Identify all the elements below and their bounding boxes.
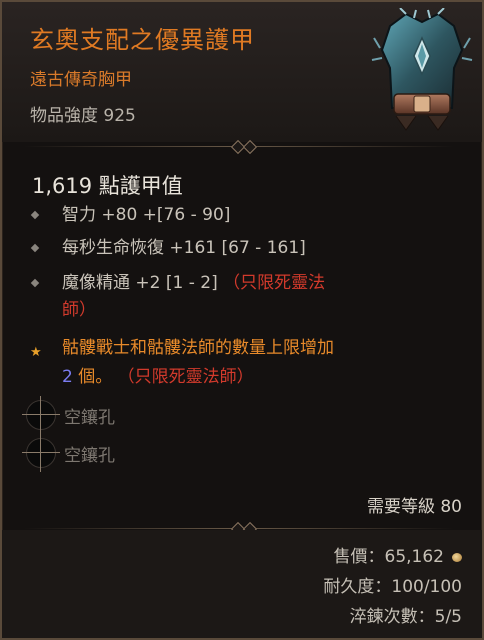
class-restriction: （只限死靈法 [223,273,326,293]
level-requirement: 需要等級 80 [366,497,462,517]
legendary-number: 2 [62,367,73,387]
durability: 耐久度：100/100 [323,577,462,597]
sell-price: 售價：65,162 [334,542,462,567]
header-divider [24,139,454,155]
armor-value: 1,619 點護甲值 [32,174,183,198]
chest-armor-icon [371,8,473,131]
affix-golem-mastery: 魔像精通 +2 [1 - 2] （只限死靈法 師） [30,270,452,326]
tooltip-header: 玄奧支配之優異護甲 遠古傳奇胸甲 物品強度 925 [2,2,482,142]
item-name: 玄奧支配之優異護甲 [30,26,255,54]
class-restriction: （只限死靈法師） [117,367,254,387]
affix-life-regen: 每秒生命恢復 +161 [67 - 161] [30,235,452,262]
legendary-star-icon: ★ [30,345,42,360]
affix-intelligence: 智力 +80 +[76 - 90] [30,202,452,229]
gold-coin-icon [452,552,462,562]
affix-bullet-icon [30,210,40,220]
affix-text: 魔像精通 +2 [1 - 2] [62,273,218,293]
masterwork-count: 淬鍊次數：5/5 [349,607,462,627]
item-tooltip: 玄奧支配之優異護甲 遠古傳奇胸甲 物品強度 925 1,619 點護甲值 智力 … [0,0,484,640]
legendary-power: ★ 骷髏戰士和骷髏法師的數量上限增加 2 個。 （只限死靈法師） [30,335,462,391]
affix-bullet-icon [30,243,40,253]
class-restriction-cont: 師） [62,300,96,320]
legendary-unit: 個。 [72,367,113,387]
affix-bullet-icon [30,278,40,288]
empty-socket-icon [22,434,60,472]
empty-socket-icon [22,396,60,434]
item-type: 遠古傳奇胸甲 [30,70,132,90]
socket-label: 空鑲孔 [64,446,115,466]
legendary-text: 骷髏戰士和骷髏法師的數量上限增加 [62,338,334,358]
socket-label: 空鑲孔 [64,408,115,428]
tooltip-footer: 售價：65,162 耐久度：100/100 淬鍊次數：5/5 [2,530,482,638]
item-power: 物品強度 925 [30,106,136,126]
